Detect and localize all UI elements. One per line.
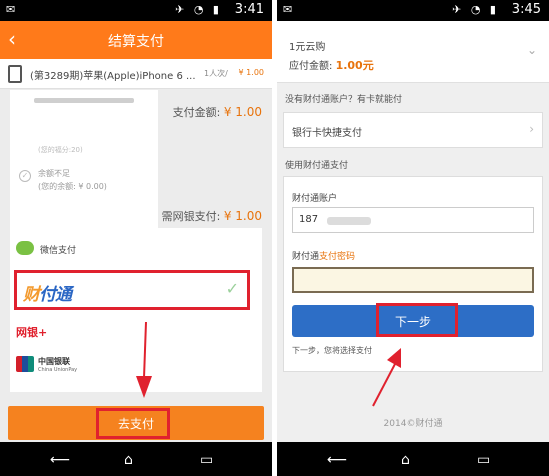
balance-title: 余额不足	[38, 169, 70, 178]
chevron-right-icon: ›	[529, 122, 534, 136]
selected-check-icon: ✓	[225, 279, 239, 298]
masked-text	[327, 217, 371, 225]
nav-recent-icon[interactable]: ▭	[477, 452, 490, 468]
unionpay-icon	[16, 356, 34, 372]
nav-home-icon[interactable]: ⌂	[124, 452, 133, 468]
signal-wifi-battery-icons: ✈ ◔ ▮	[175, 3, 222, 16]
app-notification-icon: ✉	[6, 3, 16, 16]
tenpay-logo-part1: 财	[23, 285, 40, 305]
blurred-text	[34, 98, 134, 103]
bank-amount-label: 需网银支付:	[161, 210, 221, 223]
unionpay-sublabel: China UnionPay	[38, 367, 78, 373]
product-name: (第3289期)苹果(Apple)iPhone 6 ...	[30, 71, 196, 82]
pay-amount: 支付金额: ¥ 1.00	[173, 104, 262, 120]
balance-option[interactable]: (您的福分:20) ✓ 余额不足 (您的余额: ¥ 0.00)	[14, 140, 154, 200]
signal-wifi-battery-icons: ✈ ◔ ▮	[452, 3, 499, 16]
product-quantity: 1人次/	[204, 69, 228, 78]
arrow-head	[136, 376, 152, 398]
product-row: (第3289期)苹果(Apple)iPhone 6 ... 1人次/ ¥ 1.0…	[0, 59, 272, 89]
balance-amount: (您的余额: ¥ 0.00)	[38, 182, 107, 191]
order-summary[interactable]: 1元云购 应付金额: 1.00元 ⌄	[277, 21, 549, 83]
bank-quick-pay-label: 银行卡快捷支付	[292, 128, 362, 139]
right-phone-screen: ✉ ✈ ◔ ▮ 3:45 1元云购 应付金额: 1.00元 ⌄ 没有财付通账户？…	[277, 0, 549, 476]
password-label: 财付通支付密码	[292, 249, 355, 262]
password-label-part2: 支付密码	[319, 252, 356, 262]
checkout-header: ‹ 结算支付	[0, 21, 272, 59]
order-amount: 应付金额: 1.00元	[289, 57, 374, 73]
chevron-down-icon: ⌄	[526, 43, 537, 57]
pointer-arrow	[372, 348, 401, 407]
pay-button[interactable]: 去支付	[8, 406, 264, 440]
method-tenpay[interactable]: 财付通 ✓	[14, 270, 250, 310]
use-tenpay-heading: 使用财付通支付	[285, 161, 349, 171]
phone-product-icon	[8, 65, 22, 83]
account-input[interactable]: 187	[292, 207, 534, 233]
order-amount-value: 1.00元	[335, 59, 374, 72]
next-hint: 下一步，您将选择支付	[292, 346, 372, 355]
product-price: ¥ 1.00	[238, 68, 264, 77]
android-nav-bar: ⟵ ⌂ ▭	[0, 442, 272, 476]
method-netbank[interactable]: 网银+	[16, 324, 47, 340]
copyright: 2014©财付通	[383, 419, 443, 429]
account-label: 财付通账户	[292, 194, 338, 204]
password-label-part1: 财付通	[292, 252, 320, 262]
wechat-label: 微信支付	[40, 246, 77, 256]
pay-amount-value: ¥ 1.00	[223, 105, 262, 119]
status-bar: ✉ ✈ ◔ ▮ 3:41	[0, 0, 272, 21]
unionpay-label: 中国银联	[38, 357, 70, 366]
method-unionpay[interactable]: 中国银联 China UnionPay	[16, 356, 106, 378]
highlight-box	[376, 303, 458, 337]
arrow-shaft	[372, 363, 396, 407]
pay-amount-label: 支付金额:	[172, 106, 221, 119]
left-phone-screen: ✉ ✈ ◔ ▮ 3:41 ‹ 结算支付 (第3289期)苹果(Apple)iPh…	[0, 0, 272, 476]
page-title: 结算支付	[108, 34, 164, 50]
tenpay-logo-part2: 付通	[39, 285, 72, 305]
wechat-icon	[16, 241, 34, 255]
nav-back-icon[interactable]: ⟵	[327, 452, 347, 468]
order-item: 1元云购	[289, 42, 326, 53]
status-bar: ✉ ✈ ◔ ▮ 3:45	[277, 0, 549, 21]
android-nav-bar: ⟵ ⌂ ▭	[277, 442, 549, 476]
nav-home-icon[interactable]: ⌂	[401, 452, 410, 468]
password-input[interactable]	[292, 267, 534, 293]
arrow-shaft	[143, 321, 147, 379]
no-account-heading: 没有财付通账户？有卡就能付	[285, 95, 403, 105]
balance-check-icon[interactable]: ✓	[19, 170, 31, 182]
tenpay-logo: 财付通	[23, 280, 72, 305]
pointer-arrow	[136, 321, 152, 398]
nav-back-icon[interactable]: ⟵	[50, 452, 70, 468]
account-value: 187	[299, 214, 319, 225]
balance-points: (您的福分:20)	[38, 146, 83, 154]
bank-quick-pay[interactable]: 银行卡快捷支付 ›	[283, 112, 543, 148]
app-notification-icon: ✉	[283, 3, 293, 16]
order-amount-label: 应付金额:	[289, 61, 333, 72]
bank-amount-value: ¥ 1.00	[223, 209, 262, 223]
status-time: 3:45	[511, 2, 541, 17]
nav-recent-icon[interactable]: ▭	[200, 452, 213, 468]
bank-amount: 需网银支付: ¥ 1.00	[162, 208, 262, 224]
footer: 去支付	[0, 402, 272, 442]
highlight-box	[96, 408, 170, 439]
status-time: 3:41	[234, 2, 264, 17]
next-button[interactable]: 下一步	[292, 303, 534, 337]
